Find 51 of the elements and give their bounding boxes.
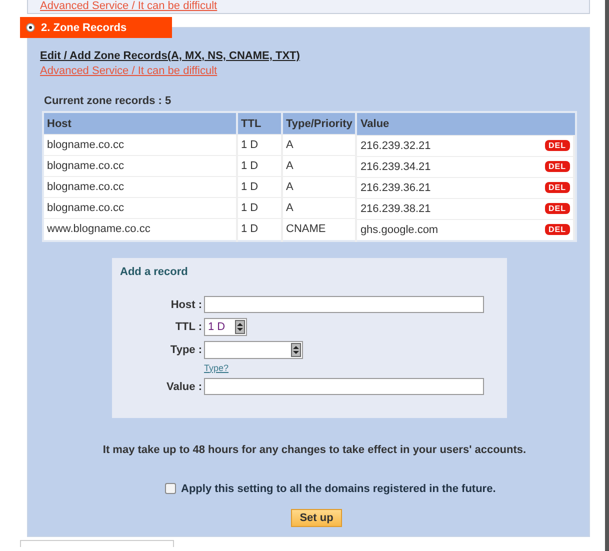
table-cell: CNAME — [282, 218, 356, 240]
table-cell: A — [282, 156, 356, 176]
section-title: 2. Zone Records — [41, 22, 127, 34]
table-cell: blogname.co.cc — [43, 156, 237, 176]
column-header: TTL — [237, 112, 282, 134]
table-cell: www.blogname.co.cc — [43, 218, 237, 240]
table-cell: blogname.co.cc — [43, 176, 237, 198]
collapsed-tab[interactable] — [20, 540, 174, 547]
table-cell: 1 D — [237, 176, 282, 198]
column-header: Host — [43, 112, 237, 134]
select-field[interactable]: 1 D — [204, 318, 247, 336]
table-cell: ghs.google.com — [360, 224, 438, 236]
input-field[interactable] — [204, 378, 484, 394]
select-field[interactable] — [204, 340, 303, 358]
table-cell: A — [282, 176, 356, 198]
table-cell: 1 D — [237, 156, 282, 176]
table-cell: blogname.co.cc — [43, 198, 237, 218]
field-label: TTL : — [174, 320, 202, 332]
table-cell: 216.239.38.21 — [360, 202, 431, 214]
input-field[interactable] — [204, 296, 484, 312]
field-label: Value : — [166, 380, 202, 392]
field-label: Type : — [169, 342, 202, 356]
delete-button[interactable]: DEL — [544, 140, 570, 151]
section-header[interactable]: 2. Zone Records — [20, 17, 172, 38]
table-cell: 1 D — [237, 198, 282, 218]
records-count: Current zone records : 5 — [44, 95, 172, 107]
set-up-button[interactable]: Set up — [290, 508, 342, 526]
table-cell: 1 D — [237, 218, 282, 240]
spinner-icon — [291, 342, 301, 356]
advanced-service-link[interactable]: Advanced Service / It can be difficult — [40, 0, 218, 12]
table-cell: 1 D — [237, 134, 282, 156]
delete-button[interactable]: DEL — [544, 182, 570, 193]
column-header: Type/Priority — [282, 112, 356, 134]
help-link[interactable]: Type? — [204, 362, 229, 372]
column-header: Value — [356, 112, 576, 134]
table-cell: A — [282, 134, 356, 156]
notice-text: It may take up to 48 hours for any changes to take effect in your users' accounts. — [102, 444, 528, 456]
table-cell: blogname.co.cc — [43, 134, 237, 156]
delete-button[interactable]: DEL — [544, 161, 570, 172]
table-cell: A — [282, 198, 356, 218]
spinner-icon — [235, 320, 245, 334]
delete-button[interactable]: DEL — [544, 224, 570, 235]
checkbox-label: Apply this setting to all the domains registered in the future. — [181, 482, 496, 494]
table-cell: 216.239.36.21 — [360, 182, 431, 194]
table-cell: 216.239.32.21 — [360, 140, 431, 152]
add-record-title: Add a record — [120, 266, 189, 278]
section-heading: Edit / Add Zone Records(A, MX, NS, CNAME, TXT) — [40, 50, 301, 62]
field-label: Host : — [170, 298, 202, 310]
checkbox[interactable] — [165, 483, 176, 494]
table-cell: 216.239.34.21 — [360, 160, 431, 172]
delete-button[interactable]: DEL — [544, 203, 570, 214]
